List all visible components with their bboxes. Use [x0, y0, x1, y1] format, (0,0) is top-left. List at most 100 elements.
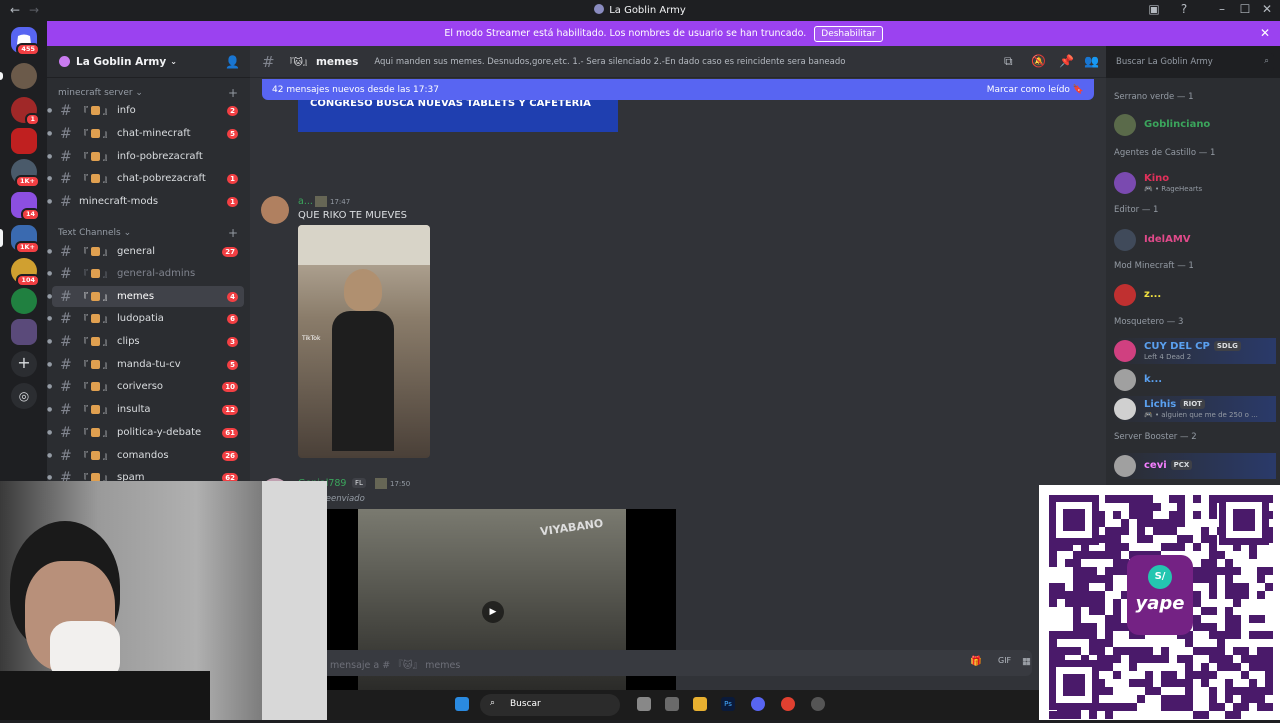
channel-manda-tu-cv[interactable]: ● # 『 』 manda-tu-cv 5 — [47, 354, 244, 375]
play-icon[interactable]: ▶ — [482, 601, 504, 623]
gift-icon[interactable]: 🎁 — [970, 656, 982, 667]
app-icon[interactable] — [665, 697, 679, 711]
avatar[interactable] — [261, 196, 289, 224]
twitch-server-icon[interactable]: 14 — [11, 192, 40, 221]
gif-icon[interactable]: GIF — [998, 656, 1011, 665]
bracket: 』 — [103, 293, 113, 303]
disable-streamer-button[interactable]: Deshabilitar — [814, 25, 883, 42]
member-row[interactable]: cevi PCX — [1114, 453, 1276, 479]
channel-clips[interactable]: ● # 『 』 clips 3 — [47, 331, 244, 352]
member-name: k... — [1144, 374, 1163, 385]
channel-coriverso[interactable]: ● # 『 』 coriverso 10 — [47, 376, 244, 397]
close-window-icon[interactable]: ✕ — [1259, 2, 1275, 16]
add-member-icon[interactable]: 👤 — [225, 55, 240, 69]
help-icon[interactable]: ? — [1176, 2, 1192, 16]
member-row[interactable]: Lichis RIOT 🎮 • alguien que me de 250 o ..… — [1114, 396, 1276, 422]
channel-politica-y-debate[interactable]: ● # 『 』 politica-y-debate 61 — [47, 422, 244, 443]
channel-insulta[interactable]: ● # 『 』 insulta 12 — [47, 399, 244, 420]
channel-label: politica-y-debate — [117, 427, 202, 438]
category-text-channels[interactable]: Text Channels ⌄ + — [58, 226, 238, 240]
yape-qr-code: S/ yape — [1039, 485, 1280, 720]
hash-icon: # — [60, 170, 72, 187]
discord-icon[interactable] — [751, 697, 765, 711]
channel-label: coriverso — [117, 381, 164, 392]
mute-bell-icon[interactable]: 🔕 — [1031, 54, 1046, 68]
obs-icon[interactable] — [811, 697, 825, 711]
member-row[interactable]: Kino 🎮 • RageHearts — [1114, 170, 1276, 196]
channel-emoji-icon — [91, 152, 101, 161]
mention-badge: 27 — [222, 246, 238, 257]
member-name: CUY DEL CP SDLG — [1144, 341, 1241, 352]
channel-memes[interactable]: ● # 『 』 memes 4 — [47, 286, 244, 307]
message-input[interactable]: mensaje a # 『🐱』 memes 🎁 GIF ▦ — [262, 650, 1032, 676]
server-icon[interactable]: 104 — [11, 258, 40, 287]
channel-chat-minecraft[interactable]: ● # 『 』 chat-minecraft 5 — [47, 123, 244, 144]
mention-badge: 61 — [222, 427, 238, 438]
server-icon[interactable] — [11, 288, 37, 314]
member-row[interactable]: CUY DEL CP SDLG Left 4 Dead 2 — [1114, 338, 1276, 364]
guild-header[interactable]: La Goblin Army ⌄ 👤 — [47, 46, 250, 78]
channel-general-admins[interactable]: ● # 『 』 general-admins — [47, 263, 244, 284]
server-icon[interactable]: 1 — [11, 97, 40, 126]
direct-messages-icon[interactable]: 455 — [11, 27, 40, 56]
close-banner-icon[interactable]: ✕ — [1260, 26, 1270, 40]
message-list: CONGRESO BUSCA NUEVAS TABLETS Y CAFETERI… — [250, 92, 1106, 692]
hash-icon: # — [60, 310, 72, 327]
member-row[interactable]: Goblinciano — [1114, 112, 1276, 138]
sticker-icon[interactable]: ▦ — [1022, 656, 1031, 667]
maximize-icon[interactable]: ☐ — [1237, 2, 1253, 16]
channel-chat-pobrezacraft[interactable]: ● # 『 』 chat-pobrezacraft 1 — [47, 168, 244, 189]
channel-emoji-icon — [91, 314, 101, 323]
category-minecraft[interactable]: minecraft server ⌄ + — [58, 86, 238, 100]
mark-read-button[interactable]: Marcar como leído 🔖 — [987, 85, 1084, 95]
channel-info-pobrezacraft[interactable]: ● # 『 』 info-pobrezacraft — [47, 146, 244, 167]
channel-topic[interactable]: Aqui manden sus memes. Desnudos,gore,etc… — [374, 57, 845, 67]
hash-icon: # — [60, 193, 72, 210]
channel-minecraft-mods[interactable]: ● # minecraft-mods 1 — [47, 191, 244, 212]
create-channel-icon[interactable]: + — [228, 86, 238, 100]
unread-dot: ● — [47, 474, 53, 481]
photoshop-icon[interactable]: Ps — [721, 697, 735, 711]
pin-icon[interactable]: 📌 — [1059, 54, 1074, 68]
member-activity: 🎮 • RageHearts — [1144, 185, 1203, 193]
member-name: z... — [1144, 289, 1162, 300]
channel-label: general-admins — [117, 268, 196, 279]
member-row[interactable]: IdelAMV — [1114, 227, 1276, 253]
minimize-icon[interactable]: – — [1214, 2, 1230, 16]
channel-prefix: 『 — [79, 248, 89, 258]
hash-icon: # — [60, 424, 72, 441]
member-category: Serrano verde — 1 — [1114, 92, 1194, 102]
avatar — [1114, 172, 1136, 194]
channel-info[interactable]: ● # 『 』 info 2 — [47, 100, 244, 121]
add-server-icon[interactable]: + — [11, 351, 37, 377]
chrome-icon[interactable] — [781, 697, 795, 711]
guild-tag: RIOT — [1180, 399, 1205, 409]
server-icon[interactable] — [11, 128, 37, 154]
task-view-icon[interactable] — [637, 697, 651, 711]
member-row[interactable]: z... — [1114, 282, 1276, 308]
members-icon[interactable]: 👥 — [1084, 54, 1099, 68]
server-icon[interactable] — [11, 319, 37, 345]
create-channel-icon[interactable]: + — [228, 226, 238, 240]
server-icon[interactable] — [11, 63, 37, 89]
search-input[interactable]: Buscar La Goblin Army ⌕ — [1112, 53, 1274, 71]
tiktok-video[interactable]: TikTok — [298, 225, 430, 458]
channel-ludopatia[interactable]: ● # 『 』 ludopatia 6 — [47, 308, 244, 329]
channel-general[interactable]: ● # 『 』 general 27 — [47, 241, 244, 262]
channel-emoji-icon — [91, 247, 101, 256]
unread-dot: ● — [47, 293, 53, 300]
new-messages-bar[interactable]: 42 mensajes nuevos desde las 17:37 Marca… — [262, 79, 1094, 100]
server-icon[interactable]: 1K+ — [11, 225, 40, 254]
inbox-icon[interactable]: ▣ — [1146, 2, 1162, 16]
windows-start-icon[interactable] — [455, 697, 469, 711]
channel-comandos[interactable]: ● # 『 』 comandos 26 — [47, 445, 244, 466]
channel-emoji-icon — [91, 106, 101, 115]
explore-icon[interactable]: ◎ — [11, 383, 37, 409]
file-explorer-icon[interactable] — [693, 697, 707, 711]
message-author[interactable]: a... — [298, 196, 313, 207]
server-icon[interactable]: 1K+ — [11, 159, 40, 188]
member-row[interactable]: k... — [1114, 367, 1276, 393]
taskbar-search[interactable]: ⌕ Buscar — [480, 694, 620, 716]
channel-emoji-icon — [91, 337, 101, 346]
threads-icon[interactable]: ⧉ — [1004, 54, 1013, 69]
